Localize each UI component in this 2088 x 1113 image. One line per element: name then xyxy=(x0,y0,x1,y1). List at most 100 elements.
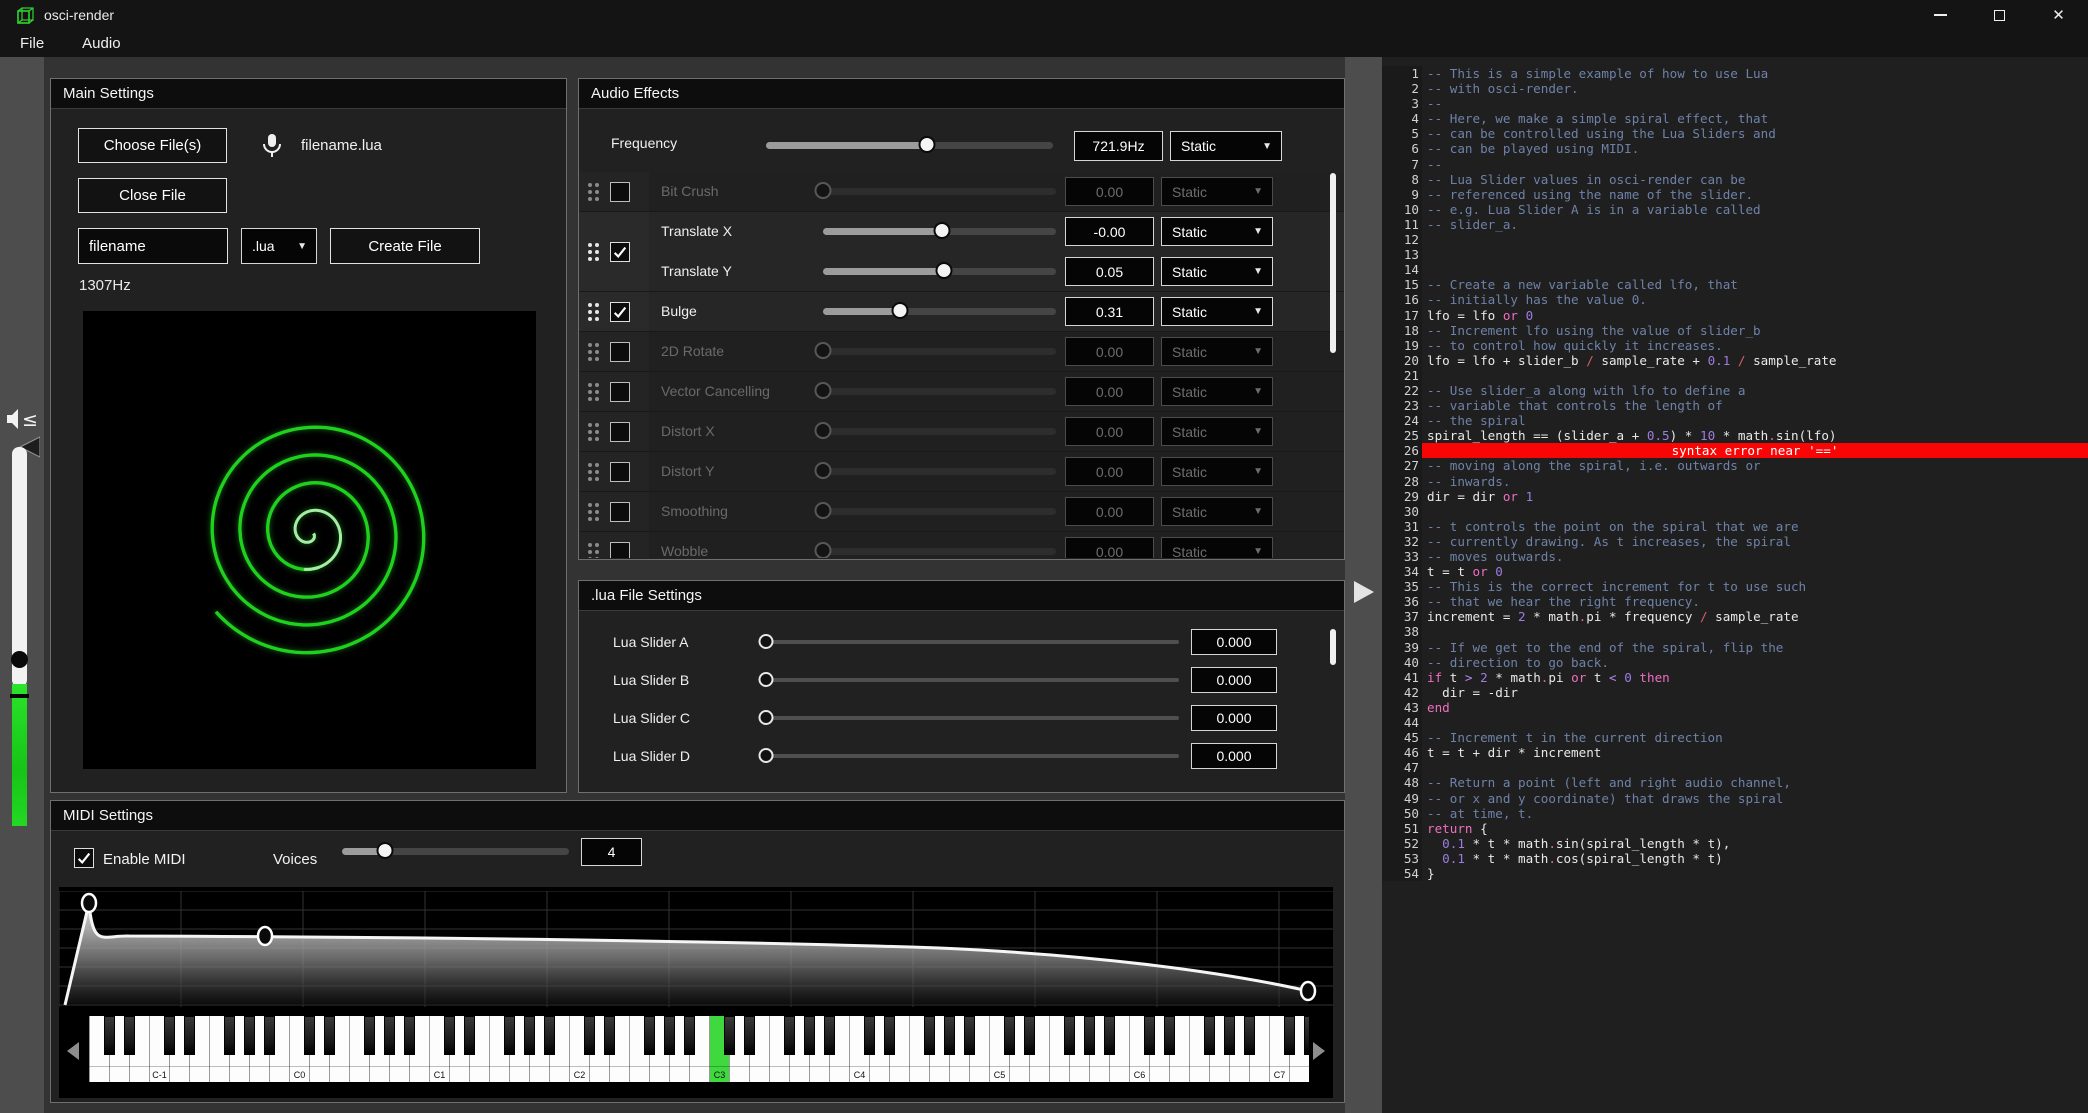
slider-handle[interactable] xyxy=(815,182,832,199)
code-editor[interactable]: 1-- This is a simple example of how to u… xyxy=(1382,57,2088,1113)
minimize-button[interactable] xyxy=(1925,0,1956,30)
slider-handle[interactable] xyxy=(933,222,950,239)
slider-handle[interactable] xyxy=(759,710,774,725)
choose-files-button[interactable]: Choose File(s) xyxy=(78,128,227,163)
piano-black-key[interactable] xyxy=(1064,1016,1075,1055)
effect-value-box[interactable]: 0.00 xyxy=(1065,177,1154,206)
effect-enable-checkbox[interactable] xyxy=(610,422,630,442)
drag-handle-icon[interactable] xyxy=(588,463,599,481)
piano-black-key[interactable] xyxy=(464,1016,475,1055)
envelope-release-handle[interactable] xyxy=(1301,982,1315,1000)
effect-value-box[interactable]: 0.00 xyxy=(1065,377,1154,406)
piano-black-key[interactable] xyxy=(804,1016,815,1055)
effect-enable-checkbox[interactable] xyxy=(610,302,630,322)
slider-handle[interactable] xyxy=(918,136,935,153)
drag-handle-icon[interactable] xyxy=(588,503,599,521)
piano-black-key[interactable] xyxy=(644,1016,655,1055)
effect-mode-dropdown[interactable]: Static▼ xyxy=(1161,257,1273,286)
piano-black-key[interactable] xyxy=(964,1016,975,1055)
effects-scrollbar[interactable] xyxy=(1330,173,1336,353)
effect-mode-dropdown[interactable]: Static▼ xyxy=(1161,337,1273,366)
slider-track[interactable] xyxy=(823,548,1056,555)
piano-black-key[interactable] xyxy=(524,1016,535,1055)
lua-slider[interactable] xyxy=(766,746,1179,766)
effect-slider[interactable] xyxy=(823,261,1056,281)
effect-slider[interactable] xyxy=(823,221,1056,241)
piano-black-key[interactable] xyxy=(224,1016,235,1055)
effect-enable-checkbox[interactable] xyxy=(610,502,630,522)
effect-enable-checkbox[interactable] xyxy=(610,542,630,559)
piano-black-key[interactable] xyxy=(1084,1016,1095,1055)
slider-track[interactable] xyxy=(766,754,1179,758)
lua-slider-value-box[interactable]: 0.000 xyxy=(1191,743,1277,769)
create-file-button[interactable]: Create File xyxy=(330,228,480,264)
piano-black-key[interactable] xyxy=(744,1016,755,1055)
enable-midi-checkbox[interactable] xyxy=(74,848,94,868)
piano-black-key[interactable] xyxy=(444,1016,455,1055)
drag-handle-icon[interactable] xyxy=(588,343,599,361)
lua-slider[interactable] xyxy=(766,708,1179,728)
piano-black-key[interactable] xyxy=(604,1016,615,1055)
effect-enable-checkbox[interactable] xyxy=(610,242,630,262)
piano-black-key[interactable] xyxy=(724,1016,735,1055)
slider-track[interactable] xyxy=(823,468,1056,475)
piano-black-key[interactable] xyxy=(304,1016,315,1055)
frequency-mode-dropdown[interactable]: Static ▼ xyxy=(1170,131,1282,161)
lua-slider-value-box[interactable]: 0.000 xyxy=(1191,629,1277,655)
keyboard-scroll-left-button[interactable] xyxy=(67,1042,79,1060)
slider-track[interactable] xyxy=(823,388,1056,395)
effect-slider[interactable] xyxy=(823,461,1056,481)
piano-black-key[interactable] xyxy=(544,1016,555,1055)
effect-mode-dropdown[interactable]: Static▼ xyxy=(1161,457,1273,486)
effect-value-box[interactable]: 0.05 xyxy=(1065,257,1154,286)
slider-handle[interactable] xyxy=(815,382,832,399)
play-icon[interactable] xyxy=(1352,580,1376,604)
close-file-button[interactable]: Close File xyxy=(78,178,227,213)
piano-black-key[interactable] xyxy=(944,1016,955,1055)
effect-value-box[interactable]: -0.00 xyxy=(1065,217,1154,246)
lua-slider-value-box[interactable]: 0.000 xyxy=(1191,667,1277,693)
effect-slider[interactable] xyxy=(823,421,1056,441)
drag-handle-icon[interactable] xyxy=(588,303,599,321)
slider-handle[interactable] xyxy=(377,842,394,859)
effect-value-box[interactable]: 0.00 xyxy=(1065,417,1154,446)
piano-black-key[interactable] xyxy=(1204,1016,1215,1055)
midi-keyboard[interactable]: C-1C0C1C2C3C4C5C6C7 xyxy=(89,1016,1309,1082)
filename-input[interactable]: filename xyxy=(78,228,228,264)
slider-handle[interactable] xyxy=(759,634,774,649)
adsr-envelope-graph[interactable] xyxy=(59,891,1333,1007)
microphone-icon[interactable] xyxy=(261,132,283,160)
effect-mode-dropdown[interactable]: Static▼ xyxy=(1161,417,1273,446)
effect-slider[interactable] xyxy=(823,381,1056,401)
drag-handle-icon[interactable] xyxy=(588,183,599,201)
piano-black-key[interactable] xyxy=(864,1016,875,1055)
piano-black-key[interactable] xyxy=(1224,1016,1235,1055)
keyboard-scroll-right-button[interactable] xyxy=(1313,1042,1325,1060)
drag-handle-icon[interactable] xyxy=(588,383,599,401)
slider-track[interactable] xyxy=(823,188,1056,195)
drag-handle-icon[interactable] xyxy=(588,243,599,261)
effect-mode-dropdown[interactable]: Static▼ xyxy=(1161,177,1273,206)
envelope-sustain-handle[interactable] xyxy=(258,927,272,945)
piano-black-key[interactable] xyxy=(164,1016,175,1055)
piano-black-key[interactable] xyxy=(924,1016,935,1055)
piano-black-key[interactable] xyxy=(1104,1016,1115,1055)
effect-value-box[interactable]: 0.31 xyxy=(1065,297,1154,326)
piano-black-key[interactable] xyxy=(1024,1016,1035,1055)
effect-enable-checkbox[interactable] xyxy=(610,342,630,362)
effect-mode-dropdown[interactable]: Static▼ xyxy=(1161,377,1273,406)
piano-black-key[interactable] xyxy=(504,1016,515,1055)
slider-handle[interactable] xyxy=(891,302,908,319)
effect-value-box[interactable]: 0.00 xyxy=(1065,537,1154,558)
piano-black-key[interactable] xyxy=(824,1016,835,1055)
effect-mode-dropdown[interactable]: Static▼ xyxy=(1161,497,1273,526)
piano-black-key[interactable] xyxy=(1304,1016,1310,1055)
effect-slider[interactable] xyxy=(823,341,1056,361)
menu-item-audio[interactable]: Audio xyxy=(76,33,126,54)
slider-track[interactable] xyxy=(823,508,1056,515)
piano-black-key[interactable] xyxy=(784,1016,795,1055)
lua-slider[interactable] xyxy=(766,670,1179,690)
piano-black-key[interactable] xyxy=(124,1016,135,1055)
piano-black-key[interactable] xyxy=(684,1016,695,1055)
frequency-value-box[interactable]: 721.9Hz xyxy=(1074,131,1163,161)
